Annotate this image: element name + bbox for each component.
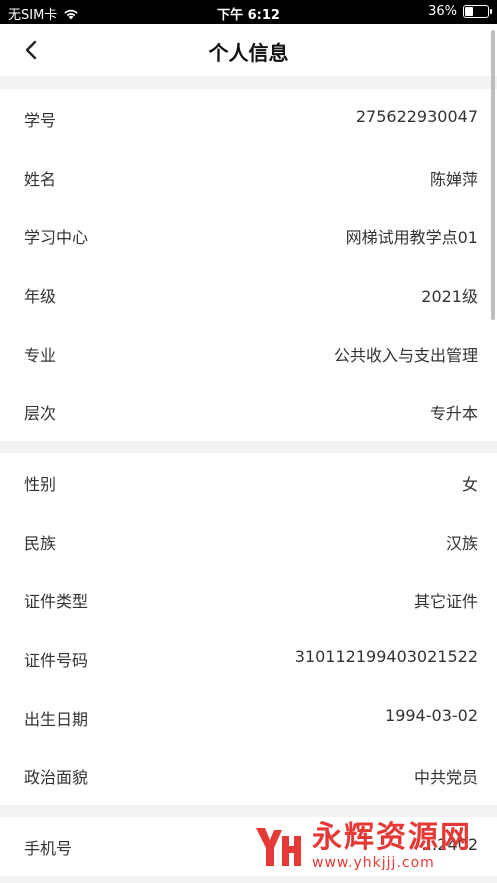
- info-row-value: 女: [461, 475, 478, 494]
- watermark-title: 永辉资源网: [312, 820, 472, 855]
- watermark-text-block: 永辉资源网 www.yhkjjj.com: [312, 820, 472, 872]
- info-row-value: 2021级: [421, 287, 478, 307]
- info-row-value: 275622930047: [355, 107, 478, 126]
- info-row-label: 性别: [24, 475, 57, 494]
- info-row: 政治面貌 中共党员: [0, 746, 497, 805]
- info-row-label: 民族: [24, 533, 57, 553]
- nav-bar: 个人信息: [0, 24, 497, 76]
- personal-info-section: 性别 女民族 汉族证件类型 其它证件证件号码 310112199403021522 出生日…: [0, 453, 497, 806]
- watermark: 永辉资源网 www.yhkjjj.com: [252, 820, 472, 872]
- info-row: 姓名 陈婵萍: [0, 148, 497, 207]
- info-row-label: 政治面貌: [24, 768, 89, 788]
- info-row: 学习中心 网梯试用教学点01: [0, 206, 497, 265]
- status-time: 下午 6:12: [217, 8, 280, 23]
- scrollbar[interactable]: [491, 30, 495, 320]
- info-row-value: 其它证件: [413, 592, 478, 612]
- info-row-value: 专升本: [429, 404, 478, 424]
- info-row-label: 手机号: [24, 839, 73, 858]
- info-row: 出生日期 1994-03-02: [0, 688, 497, 747]
- info-row: 性别 女: [0, 453, 497, 512]
- info-row-label: 姓名: [24, 169, 57, 189]
- info-row-label: 专业: [24, 345, 57, 365]
- academic-info-section: 学号 275622930047 姓名 陈婵萍学习中心 网梯试用教学点01 年级 2021级专…: [0, 89, 497, 442]
- info-row: 证件类型 其它证件: [0, 570, 497, 629]
- info-row-label: 证件号码: [24, 651, 89, 671]
- info-row-value: 1994-03-02: [385, 705, 478, 725]
- info-row-label: 学习中心: [24, 228, 89, 248]
- info-row: 民族 汉族: [0, 512, 497, 571]
- info-row-value: 310112199403021522: [294, 647, 478, 667]
- info-row: 学号 275622930047: [0, 89, 497, 148]
- info-row-label: 层次: [24, 404, 57, 424]
- battery-fill: [465, 7, 473, 16]
- watermark-url: www.yhkjjj.com: [312, 855, 435, 871]
- info-row-value: 陈婵萍: [429, 169, 478, 189]
- info-row: 层次 专升本: [0, 382, 497, 441]
- info-row-value: 汉族: [445, 533, 478, 553]
- info-row: 专业 公共收入与支出管理: [0, 324, 497, 383]
- battery-percent: 36%: [428, 4, 457, 19]
- info-row-value: 网梯试用教学点01: [345, 228, 478, 248]
- info-row: 证件号码 310112199403021522: [0, 629, 497, 688]
- info-row-label: 年级: [24, 287, 57, 307]
- info-row-label: 学号: [24, 111, 57, 130]
- info-row-label: 出生日期: [24, 709, 89, 729]
- info-row-label: 证件类型: [24, 592, 89, 612]
- battery-icon: [463, 5, 492, 18]
- status-right: 36%: [428, 4, 492, 19]
- page-title: 个人信息: [208, 41, 289, 65]
- info-row-value: 中共党员: [413, 768, 478, 788]
- info-row: 年级 2021级: [0, 265, 497, 324]
- status-bar: 无SIM卡 下午 6:12 36%: [0, 0, 497, 24]
- watermark-logo-icon: [256, 828, 301, 866]
- info-row-value: 公共收入与支出管理: [333, 345, 478, 365]
